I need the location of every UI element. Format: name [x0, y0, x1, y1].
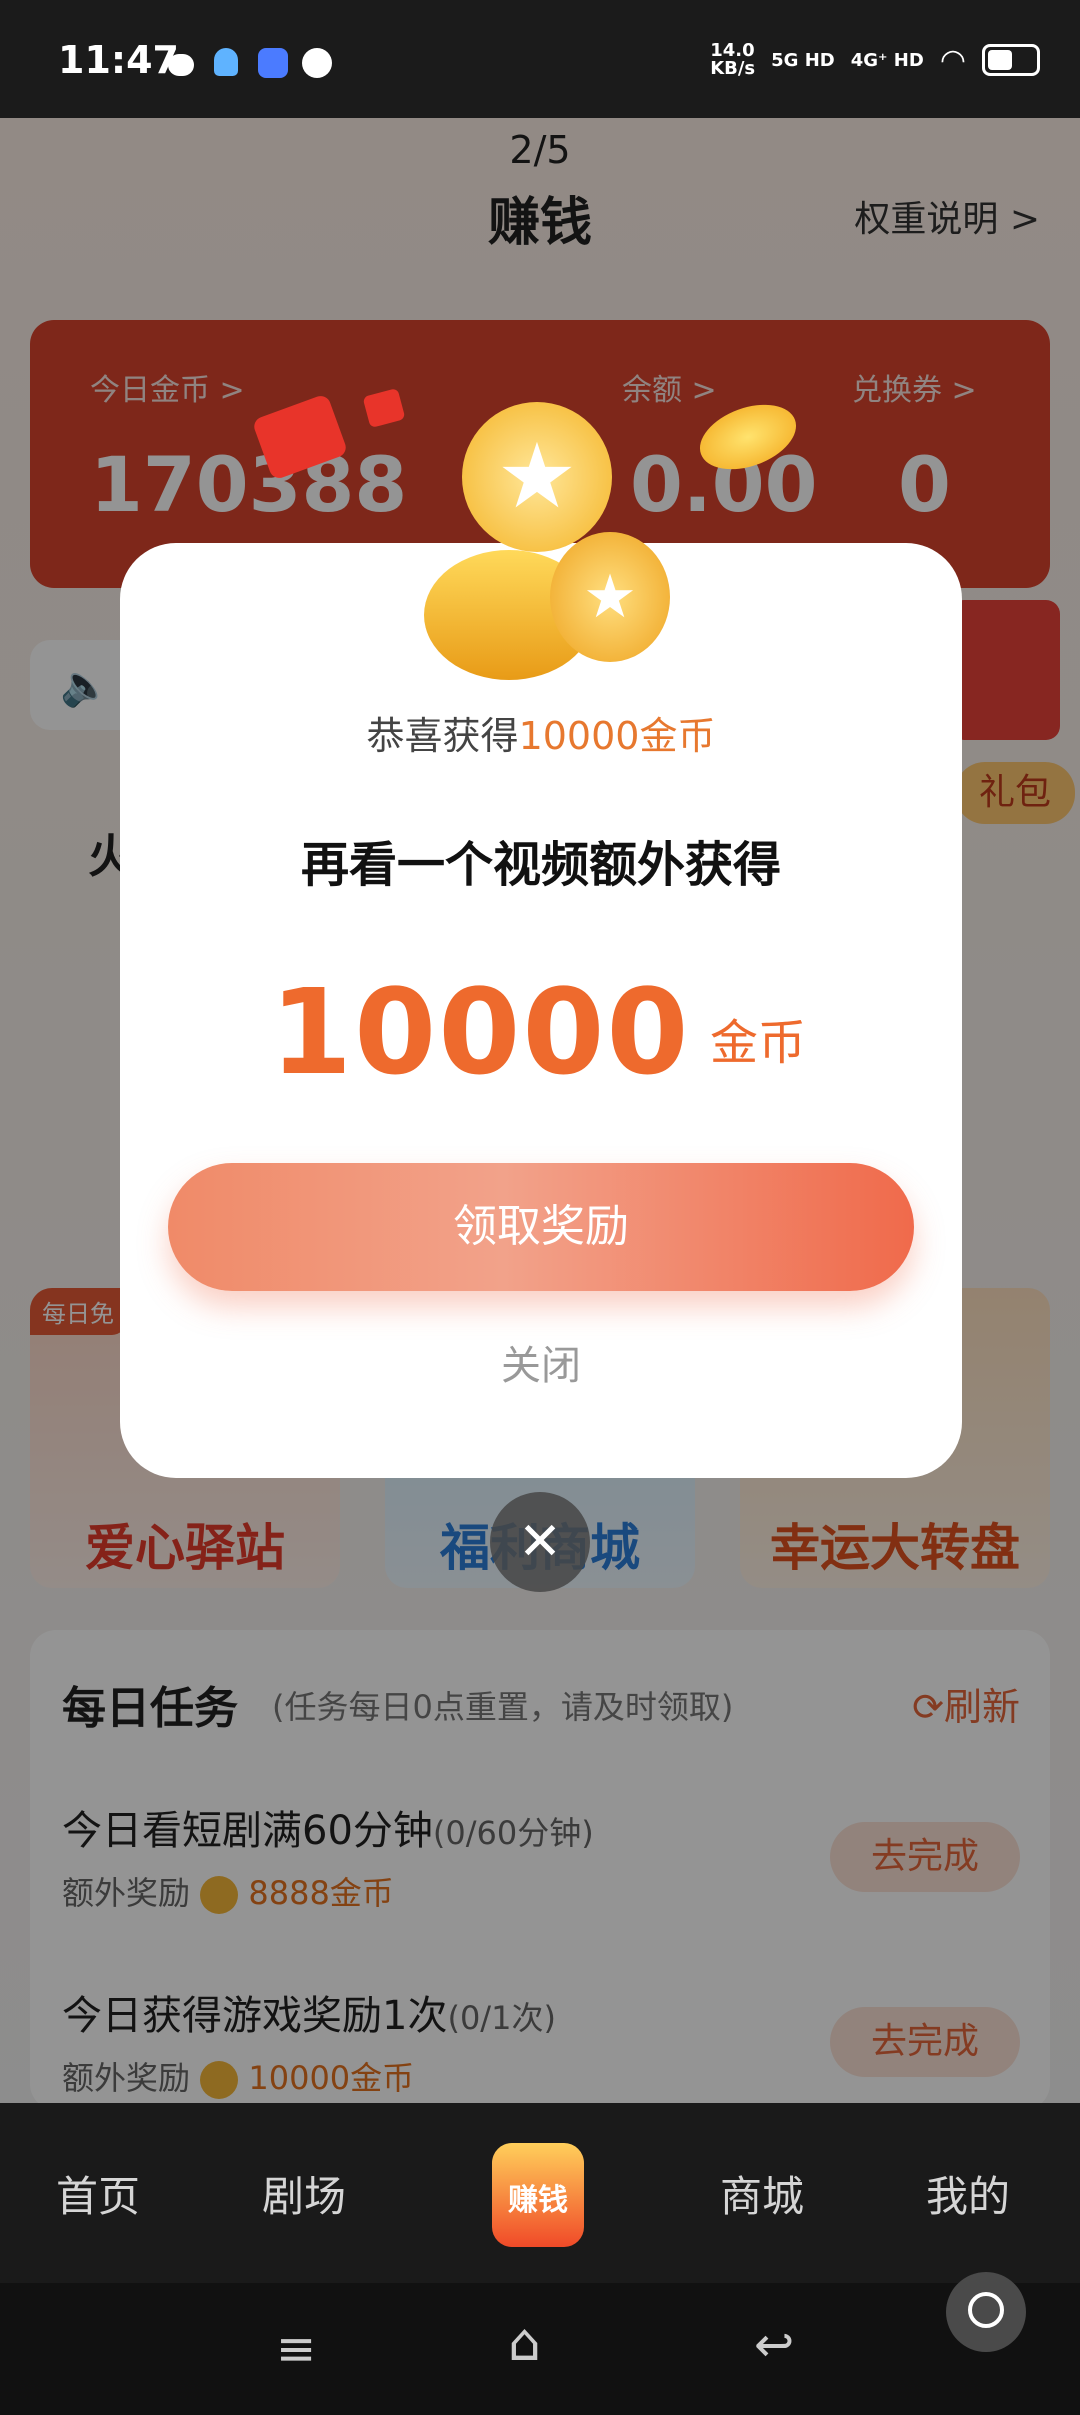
status-bar: 11:47 14.0 KB/s 5G HD 4G⁺ HD ◠	[0, 0, 1080, 118]
star-coin-large: ★	[462, 402, 612, 552]
back-icon[interactable]: ↩	[754, 2317, 794, 2373]
bonus-unit: 金币	[710, 1015, 807, 1071]
close-icon[interactable]: ✕	[490, 1492, 590, 1592]
congrats-text: 恭喜获得10000金币	[120, 705, 962, 760]
system-nav-bar: ≡ ⌂ ↩	[0, 2283, 1080, 2415]
star-coin-small: ★	[550, 532, 670, 662]
congrats-amount: 10000金币	[518, 714, 716, 758]
signal-4g: 4G⁺ HD	[850, 49, 924, 71]
wifi-icon: ◠	[939, 42, 966, 78]
lens-glyph	[968, 2292, 1004, 2328]
wechat-icon	[168, 54, 194, 76]
battery-icon	[982, 44, 1040, 76]
status-time: 11:47	[58, 38, 179, 82]
bottom-nav: 首页 剧场 赚钱 商城 我的	[0, 2103, 1080, 2283]
home-icon[interactable]: ⌂	[508, 2313, 541, 2373]
nav-theater[interactable]: 剧场	[262, 2163, 346, 2224]
message-icon	[302, 48, 332, 78]
signal-5g: 5G HD	[771, 49, 835, 71]
status-right-group: 14.0 KB/s 5G HD 4G⁺ HD ◠	[710, 42, 1040, 78]
coin-stack-icon: ★ ★	[416, 400, 676, 690]
bonus-amount: 10000	[270, 963, 691, 1101]
net-speed: 14.0 KB/s	[710, 40, 756, 79]
modal-headline: 再看一个视频额外获得	[300, 837, 781, 893]
qq-icon	[214, 48, 238, 76]
nav-home[interactable]: 首页	[56, 2163, 140, 2224]
nav-mine[interactable]: 我的	[926, 2163, 1010, 2224]
menu-icon[interactable]: ≡	[276, 2321, 316, 2377]
screen-search-icon[interactable]	[946, 2272, 1026, 2352]
nav-earn[interactable]: 赚钱	[492, 2143, 584, 2247]
close-text-button[interactable]: 关闭	[120, 1333, 962, 1391]
congrats-prefix: 恭喜获得	[366, 714, 519, 758]
app-notification-icon	[258, 48, 288, 78]
claim-reward-button[interactable]: 领取奖励	[168, 1163, 914, 1291]
nav-mall[interactable]: 商城	[720, 2163, 804, 2224]
